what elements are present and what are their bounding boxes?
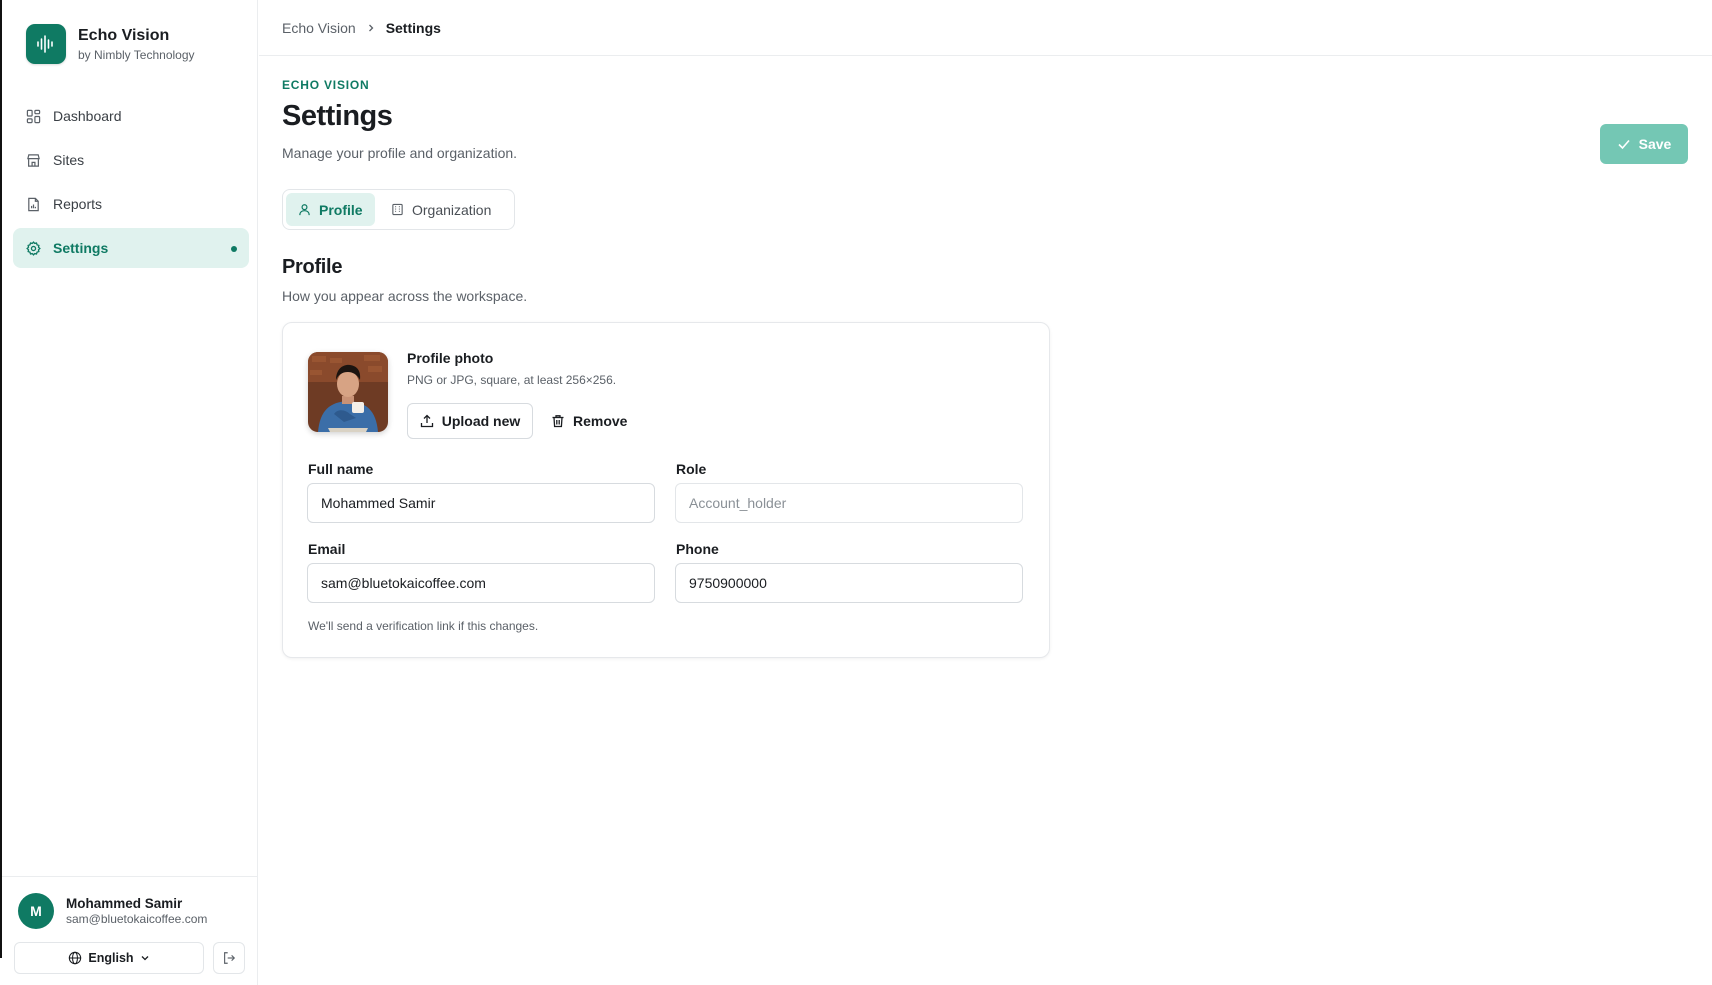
full-name-field[interactable]	[307, 483, 655, 523]
sidebar-nav: Dashboard Sites Reports Settings	[13, 96, 249, 272]
building-icon	[391, 203, 404, 216]
store-icon	[25, 152, 41, 168]
breadcrumb: Echo Vision Settings	[259, 0, 1712, 56]
language-label: English	[88, 951, 134, 965]
tab-label: Profile	[319, 201, 363, 218]
tab-label: Organization	[412, 201, 492, 218]
profile-photo-title: Profile photo	[407, 350, 494, 366]
user-email: sam@bluetokaicoffee.com	[66, 912, 208, 926]
brand[interactable]: Echo Vision by Nimbly Technology	[26, 24, 195, 64]
save-label: Save	[1638, 136, 1672, 152]
audio-wave-logo-icon	[26, 24, 66, 64]
remove-label: Remove	[573, 413, 628, 429]
user-name: Mohammed Samir	[66, 896, 183, 911]
active-indicator-dot	[231, 246, 237, 252]
tab-organization[interactable]: Organization	[379, 193, 503, 226]
email-label: Email	[308, 541, 346, 557]
breadcrumb-current: Settings	[385, 19, 441, 36]
brand-name: Echo Vision	[78, 26, 170, 44]
avatar: M	[18, 893, 54, 929]
role-label: Role	[676, 461, 707, 477]
page-title: Settings	[282, 100, 393, 132]
gear-icon	[25, 240, 41, 256]
sidebar-item-label: Reports	[53, 196, 103, 212]
upload-icon	[420, 414, 434, 428]
profile-card: Profile photo PNG or JPG, square, at lea…	[282, 322, 1050, 658]
chevron-right-icon	[366, 23, 376, 33]
full-name-label: Full name	[308, 461, 374, 477]
tab-profile[interactable]: Profile	[286, 193, 375, 226]
section-title: Profile	[282, 256, 343, 278]
settings-tabs: Profile Organization	[282, 189, 515, 230]
chevron-down-icon	[140, 953, 150, 963]
upload-photo-button[interactable]: Upload new	[407, 403, 533, 439]
page-eyebrow: ECHO VISION	[282, 78, 370, 92]
report-icon	[25, 196, 41, 212]
sidebar-item-label: Sites	[53, 152, 85, 168]
profile-photo	[308, 352, 388, 432]
breadcrumb-parent[interactable]: Echo Vision	[282, 20, 356, 36]
role-field[interactable]	[675, 483, 1023, 523]
sidebar-item-label: Dashboard	[53, 108, 122, 124]
user-profile[interactable]: M Mohammed Samir sam@bluetokaicoffee.com	[18, 893, 207, 929]
language-selector[interactable]: English	[14, 942, 204, 974]
globe-icon	[68, 951, 82, 965]
page-subtitle: Manage your profile and organization.	[282, 145, 518, 161]
check-icon	[1617, 137, 1631, 151]
email-hint: We'll send a verification link if this c…	[308, 619, 539, 633]
phone-label: Phone	[676, 541, 719, 557]
phone-field[interactable]	[675, 563, 1023, 603]
section-subtitle: How you appear across the workspace.	[282, 288, 528, 304]
upload-label: Upload new	[441, 413, 521, 429]
dashboard-icon	[25, 108, 41, 124]
sidebar-footer: M Mohammed Samir sam@bluetokaicoffee.com…	[2, 876, 258, 985]
save-button[interactable]: Save	[1600, 124, 1688, 164]
logout-icon	[222, 951, 236, 965]
remove-photo-button[interactable]: Remove	[551, 403, 627, 439]
email-field[interactable]	[307, 563, 655, 603]
sidebar-item-sites[interactable]: Sites	[13, 140, 249, 180]
sidebar-item-dashboard[interactable]: Dashboard	[13, 96, 249, 136]
profile-photo-hint: PNG or JPG, square, at least 256×256.	[407, 373, 617, 387]
trash-icon	[551, 414, 565, 428]
sidebar-item-settings[interactable]: Settings	[13, 228, 249, 268]
sidebar-item-reports[interactable]: Reports	[13, 184, 249, 224]
user-icon	[298, 203, 311, 216]
sidebar-item-label: Settings	[53, 240, 109, 256]
logout-button[interactable]	[213, 942, 245, 974]
brand-subtitle: by Nimbly Technology	[78, 47, 195, 62]
sidebar: Echo Vision by Nimbly Technology Dashboa…	[2, 0, 258, 985]
